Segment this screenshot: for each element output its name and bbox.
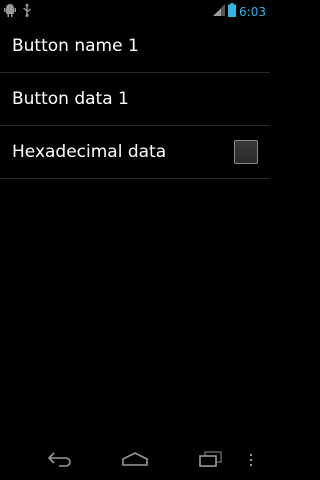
navigation-bar (0, 442, 270, 480)
home-icon (121, 451, 149, 471)
home-button[interactable] (115, 450, 155, 472)
usb-icon (22, 2, 32, 21)
list-item-button-name[interactable]: Button name 1 (0, 20, 270, 73)
hexadecimal-checkbox[interactable] (234, 140, 258, 164)
status-bar: 6:03 (0, 0, 270, 20)
overflow-menu-button[interactable] (236, 450, 266, 472)
recent-apps-button[interactable] (190, 450, 230, 472)
back-button[interactable] (40, 450, 80, 472)
status-clock: 6:03 (239, 4, 266, 19)
recent-apps-icon (196, 451, 224, 471)
battery-icon (228, 2, 237, 21)
signal-icon (213, 2, 226, 21)
list-item-label: Hexadecimal data (12, 142, 167, 162)
list-item-hexadecimal-data[interactable]: Hexadecimal data (0, 126, 270, 179)
back-icon (46, 451, 74, 471)
list-item-button-data[interactable]: Button data 1 (0, 73, 270, 126)
settings-list: Button name 1 Button data 1 Hexadecimal … (0, 20, 270, 179)
android-debug-icon (4, 2, 16, 21)
status-right-icons: 6:03 (213, 2, 266, 21)
list-item-label: Button data 1 (12, 89, 129, 109)
status-left-icons (4, 2, 32, 21)
list-item-label: Button name 1 (12, 36, 139, 56)
menu-icon (249, 452, 253, 471)
